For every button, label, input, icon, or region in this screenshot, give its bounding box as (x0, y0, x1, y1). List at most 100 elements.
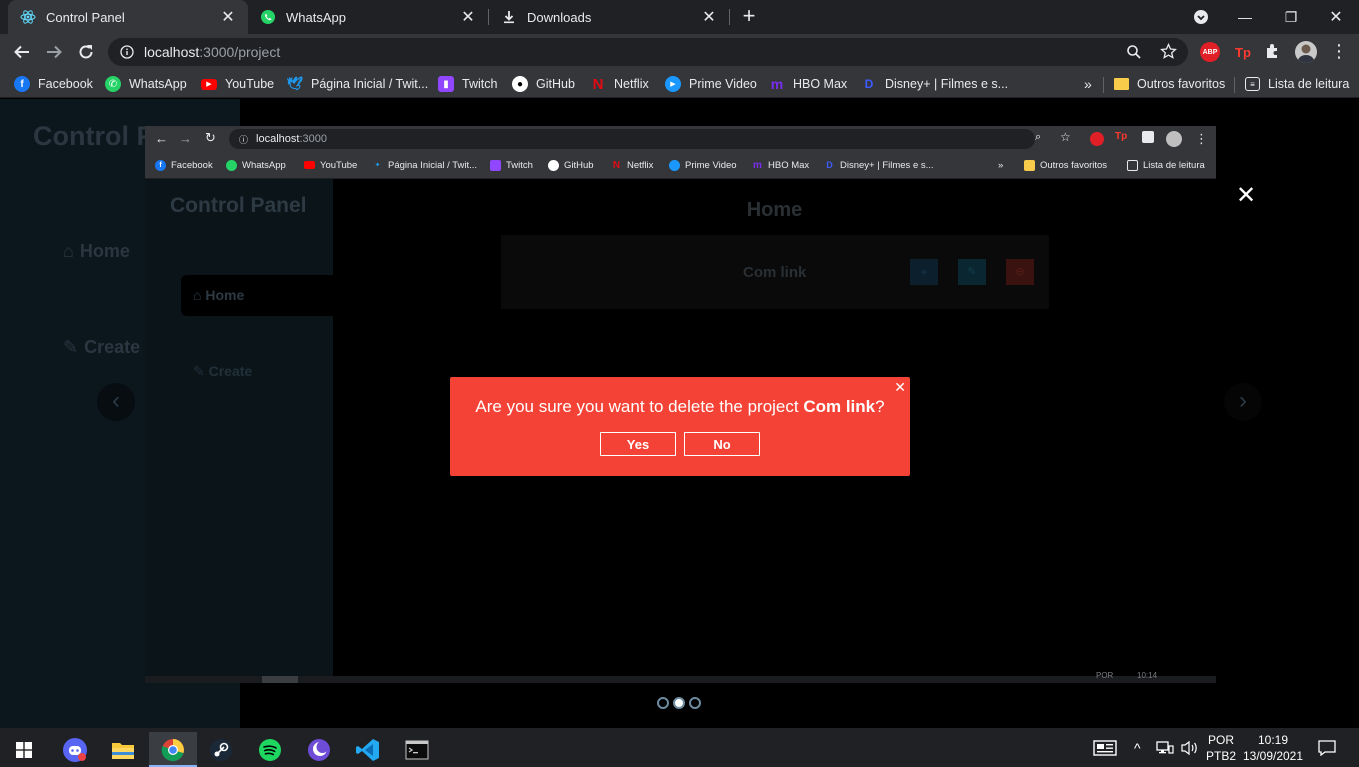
bookmark-star-icon[interactable] (1160, 42, 1177, 63)
address-bar[interactable]: localhost:3000/project (108, 38, 1188, 66)
bookmark-disney-plus[interactable]: D Disney+ | Filmes e s... (861, 74, 1008, 94)
lightbox-close-button[interactable]: ✕ (1233, 183, 1259, 209)
dialog-message: Are you sure you want to delete the proj… (475, 397, 885, 416)
confirm-no-button[interactable]: No (684, 432, 760, 456)
home-icon: ⌂ (63, 241, 74, 261)
whatsapp-icon (260, 9, 276, 25)
site-info-icon[interactable] (120, 45, 134, 59)
discord-icon[interactable] (51, 732, 99, 767)
bookmark-facebook[interactable]: f Facebook (14, 74, 93, 94)
dialog-close-icon[interactable]: ✕ (894, 379, 906, 396)
bookmark-twitter[interactable]: 🕊 Página Inicial / Twit... (287, 74, 428, 94)
page-viewport: Control P ⌂ Home ✎ Create ← → ↻ ⓘ localhos… (0, 99, 1359, 728)
tab-whatsapp[interactable]: WhatsApp ✕ (248, 0, 488, 34)
reload-icon[interactable] (74, 40, 98, 64)
screenshot-address-bar: ⓘ localhost:3000 (229, 129, 1035, 149)
back-icon[interactable] (10, 40, 34, 64)
screenshot-page-heading: Home (746, 199, 803, 221)
bookmark-github[interactable]: ● GitHub (512, 74, 575, 94)
bookmark-whatsapp[interactable]: ✆ WhatsApp (105, 74, 187, 94)
profile-avatar (1166, 131, 1182, 147)
background-app-title: Control P (33, 121, 155, 151)
clock[interactable]: 10:19 13/09/2021 (1239, 732, 1307, 764)
screenshot-toolbar: ← → ↻ ⓘ localhost:3000 ⌕ ☆ Tp ⋮ (145, 126, 1216, 152)
tab-title: Control Panel (46, 9, 125, 25)
volume-icon[interactable] (1181, 728, 1199, 767)
bookmark-hbo-max[interactable]: m HBO Max (769, 74, 847, 94)
bookmark-facebook: f Facebook (155, 158, 213, 172)
windows-start-icon[interactable] (0, 732, 48, 767)
extensions-puzzle-icon[interactable] (1264, 42, 1282, 65)
new-tab-button[interactable]: + (737, 4, 761, 28)
close-window-icon[interactable]: ✕ (1313, 0, 1359, 34)
tp-extension-icon: Tp (1115, 131, 1128, 142)
hbo-max-icon: m (753, 159, 762, 171)
lightbox-dot[interactable] (689, 697, 701, 709)
minimize-icon[interactable]: — (1222, 0, 1268, 34)
close-tab-icon[interactable]: ✕ (701, 7, 717, 27)
language-indicator[interactable]: POR PTB2 (1203, 732, 1239, 764)
background-nav-create: ✎ Create (63, 337, 141, 357)
disney-plus-icon: D (826, 160, 833, 170)
tab-search-icon[interactable] (1178, 0, 1224, 34)
vscode-icon[interactable] (344, 732, 392, 767)
lightbox-dot[interactable] (657, 697, 669, 709)
url-path: :3000/project (199, 44, 281, 60)
notifications-icon[interactable] (1318, 728, 1336, 767)
moon-app-icon[interactable] (295, 732, 343, 767)
github-icon (548, 159, 559, 171)
lightbox-dot-active[interactable] (673, 697, 685, 709)
bookmark-twitch[interactable]: ▮ Twitch (438, 74, 497, 94)
lightbox-prev-button[interactable]: ‹ (97, 383, 135, 421)
reading-list-button: Lista de leitura (1127, 158, 1205, 172)
bookmark-whatsapp: WhatsApp (226, 158, 286, 172)
news-widget-icon[interactable] (1093, 728, 1117, 767)
confirm-yes-button[interactable]: Yes (600, 432, 676, 456)
bookmark-netflix[interactable]: N Netflix (590, 74, 649, 94)
prime-video-icon: ▶ (665, 76, 681, 92)
bookmark-other-favorites[interactable]: Outros favoritos (1114, 74, 1225, 94)
close-tab-icon[interactable]: ✕ (460, 7, 476, 27)
tab-divider (729, 9, 730, 25)
screenshot-app-title: Control Panel (170, 194, 307, 217)
screenshot-project-name: Com link (743, 264, 807, 281)
tp-extension-icon[interactable]: Tp (1233, 42, 1253, 62)
tab-control-panel[interactable]: Control Panel ✕ (8, 0, 248, 34)
windows-taskbar: ^ POR PTB2 10:19 13/09/2021 (0, 728, 1359, 767)
screenshot-add-button: + (910, 259, 938, 285)
bookmarks-divider (1234, 77, 1235, 93)
chrome-menu-icon[interactable]: ⋮ (1330, 42, 1348, 60)
adblock-plus-icon (1090, 132, 1104, 146)
restore-icon[interactable]: ❐ (1268, 0, 1314, 34)
bookmark-prime-video: Prime Video (669, 158, 737, 172)
tab-downloads[interactable]: Downloads ✕ (489, 0, 729, 34)
steam-icon[interactable] (197, 732, 245, 767)
forward-icon[interactable] (42, 40, 66, 64)
file-explorer-icon[interactable] (99, 732, 147, 767)
close-tab-icon[interactable]: ✕ (220, 7, 236, 27)
reload-icon: ↻ (205, 130, 216, 145)
terminal-icon[interactable] (393, 732, 441, 767)
site-info-icon: ⓘ (239, 134, 249, 145)
screenshot-edit-button: ✎ (958, 259, 986, 285)
chrome-icon[interactable] (149, 732, 197, 767)
reading-list-icon (1127, 159, 1138, 171)
reading-list-button[interactable]: ≡ Lista de leitura (1245, 74, 1349, 94)
bookmark-youtube[interactable]: ▶ YouTube (201, 74, 274, 94)
lightbox-next-button[interactable]: › (1224, 383, 1262, 421)
whatsapp-icon: ✆ (105, 76, 121, 92)
reading-list-icon: ≡ (1245, 77, 1260, 91)
delete-confirm-dialog: ✕ Are you sure you want to delete the pr… (450, 377, 910, 476)
bookmark-prime-video[interactable]: ▶ Prime Video (665, 74, 757, 94)
spotify-icon[interactable] (246, 732, 294, 767)
network-icon[interactable] (1156, 728, 1174, 767)
zoom-search-icon[interactable] (1126, 44, 1142, 63)
bookmarks-overflow-icon[interactable]: » (1084, 74, 1092, 94)
profile-avatar[interactable] (1295, 41, 1317, 63)
download-icon (501, 9, 517, 25)
adblock-plus-icon[interactable]: ABP (1200, 42, 1220, 62)
bookmark-hbo-max: m HBO Max (753, 159, 810, 171)
tab-strip: Control Panel ✕ WhatsApp ✕ Downloads ✕ +… (0, 0, 1359, 34)
bookmark-twitch: Twitch (490, 158, 533, 172)
show-hidden-icons-icon[interactable]: ^ (1134, 728, 1141, 767)
